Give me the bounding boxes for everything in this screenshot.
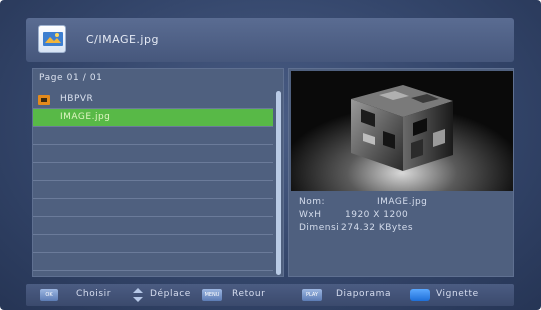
list-item-empty — [33, 145, 273, 163]
media-browser-screen: C/IMAGE.jpg Page 01 / 01 HBPVR IMAGE.jpg — [0, 0, 541, 310]
menu-key-icon: MENU — [202, 289, 222, 301]
info-filesize-label: Dimensi — [299, 223, 340, 233]
info-resolution-value: 1920 X 1200 — [345, 210, 409, 220]
preview-panel: Nom: IMAGE.jpg WxH 1920 X 1200 Dimensi 2… — [288, 68, 514, 277]
header-bar: C/IMAGE.jpg — [26, 18, 514, 62]
ok-key-icon: OK — [40, 289, 58, 301]
list-item-empty — [33, 199, 273, 217]
info-resolution-label: WxH — [299, 210, 322, 220]
current-path: C/IMAGE.jpg — [86, 33, 159, 46]
file-list-panel: Page 01 / 01 HBPVR IMAGE.jpg — [32, 68, 284, 277]
hint-back: Retour — [232, 289, 266, 299]
list-item-empty — [33, 181, 273, 199]
info-name-value: IMAGE.jpg — [377, 197, 428, 207]
up-down-arrows-icon — [133, 288, 143, 302]
list-item-label: IMAGE.jpg — [60, 112, 111, 122]
image-preview — [291, 71, 513, 191]
scrollbar-thumb[interactable] — [276, 91, 281, 275]
list-item-label: HBPVR — [60, 94, 94, 104]
blue-key-icon — [410, 289, 430, 301]
info-filesize-value: 274.32 KBytes — [341, 223, 414, 233]
list-scrollbar[interactable] — [276, 91, 281, 275]
image-browser-icon — [38, 25, 66, 53]
hint-move: Déplace — [150, 289, 191, 299]
list-item-folder[interactable]: HBPVR — [33, 91, 273, 109]
info-name-label: Nom: — [299, 197, 326, 207]
list-item-empty — [33, 163, 273, 181]
hint-thumbnail: Vignette — [436, 289, 479, 299]
hint-slideshow: Diaporama — [336, 289, 392, 299]
list-item-empty — [33, 127, 273, 145]
list-item-empty — [33, 217, 273, 235]
list-item-selected[interactable]: IMAGE.jpg — [33, 109, 273, 127]
footer-hint-bar: OK Choisir Déplace MENU Retour PLAY Diap… — [26, 284, 514, 306]
page-indicator: Page 01 / 01 — [39, 73, 103, 83]
folder-icon — [38, 95, 50, 105]
hint-choose: Choisir — [76, 289, 112, 299]
play-key-icon: PLAY — [302, 289, 322, 301]
list-item-empty — [33, 235, 273, 253]
list-item-empty — [33, 253, 273, 271]
